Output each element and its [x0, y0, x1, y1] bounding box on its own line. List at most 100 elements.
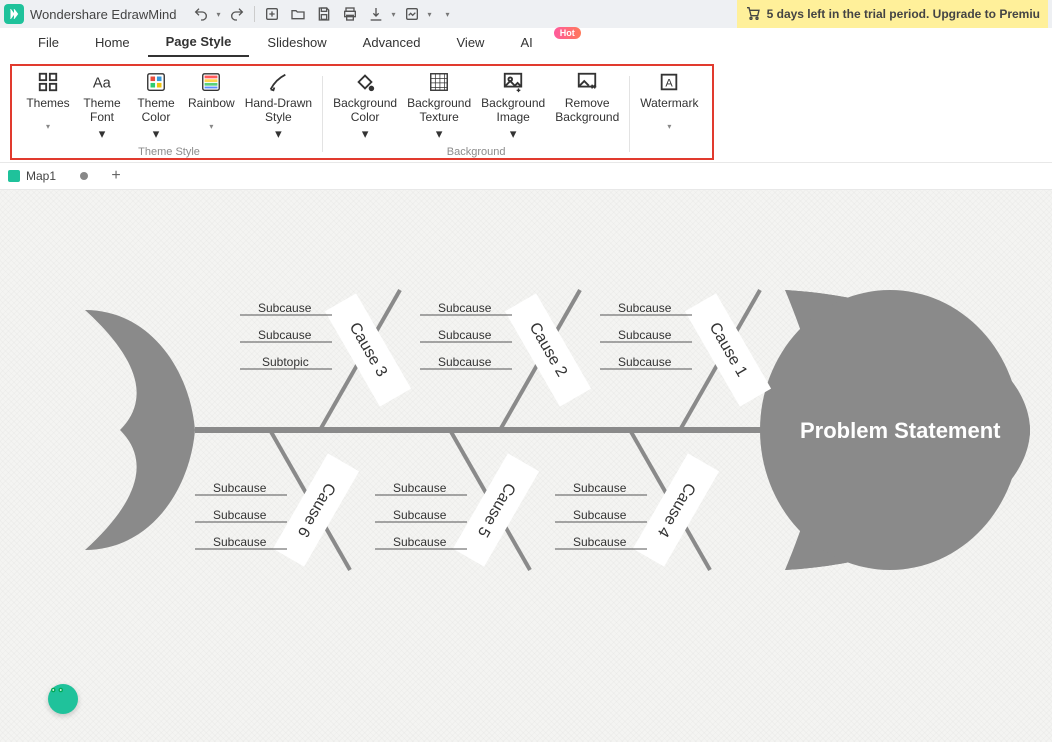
quick-access-toolbar: ▾ ▾ ▾ ▾ [192, 5, 449, 23]
remove-bg-label: Remove Background [555, 96, 619, 124]
subcause[interactable]: Subcause [573, 508, 627, 522]
menu-view[interactable]: View [439, 29, 503, 56]
title-bar: Wondershare EdrawMind ▾ ▾ ▾ ▾ 5 days lef… [0, 0, 1052, 28]
open-button[interactable] [289, 5, 307, 23]
subcause[interactable]: Subcause [438, 328, 492, 342]
doc-icon [8, 170, 20, 182]
subcause[interactable]: Subcause [393, 508, 447, 522]
bg-image-label: Background Image [481, 96, 545, 124]
undo-dropdown-caret[interactable]: ▾ [216, 10, 220, 19]
bg-image-button[interactable]: Background Image▾ [481, 70, 545, 142]
rainbow-label: Rainbow [188, 96, 235, 110]
bg-texture-label: Background Texture [407, 96, 471, 124]
options-dropdown-caret[interactable]: ▾ [427, 10, 431, 19]
trial-text: 5 days left in the trial period. Upgrade… [767, 7, 1040, 21]
ribbon-highlight-box: Themes ▾ Aa Theme Font▾ Theme Color▾ Rai… [10, 64, 714, 160]
themes-button[interactable]: Themes ▾ [26, 70, 70, 124]
theme-color-icon [145, 70, 167, 94]
document-tabs: Map1 + [0, 162, 1052, 190]
export-button[interactable] [367, 5, 385, 23]
svg-text:A: A [666, 78, 674, 90]
qat-customize-caret[interactable]: ▾ [446, 10, 450, 19]
menu-ai[interactable]: AI Hot [502, 29, 562, 56]
undo-button[interactable] [192, 5, 210, 23]
subcause[interactable]: Subcause [438, 355, 492, 369]
subcause[interactable]: Subcause [258, 328, 312, 342]
watermark-button[interactable]: A Watermark ▾ [640, 70, 698, 124]
ribbon-separator [322, 76, 323, 152]
subcause[interactable]: Subcause [393, 535, 447, 549]
bone-cause-1[interactable]: Cause 1 Subcause Subcause Subcause [600, 290, 771, 430]
remove-image-icon [576, 70, 598, 94]
bone-cause-2[interactable]: Cause 2 Subcause Subcause Subcause [420, 290, 591, 430]
subcause[interactable]: Subcause [393, 481, 447, 495]
theme-font-button[interactable]: Aa Theme Font▾ [80, 70, 124, 142]
subtopic[interactable]: Subtopic [262, 355, 309, 369]
doc-tab-map1[interactable]: Map1 [8, 169, 88, 183]
canvas[interactable]: Problem Statement Cause 3 Subcause Subca… [0, 190, 1052, 742]
export-dropdown-caret[interactable]: ▾ [391, 10, 395, 19]
redo-button[interactable] [228, 5, 246, 23]
watermark-label: Watermark [640, 96, 698, 110]
bone-cause-5[interactable]: Cause 5 Subcause Subcause Subcause [375, 430, 539, 570]
remove-bg-button[interactable]: Remove Background [555, 70, 619, 124]
image-icon [502, 70, 524, 94]
print-button[interactable] [341, 5, 359, 23]
rainbow-button[interactable]: Rainbow ▾ [188, 70, 235, 124]
trial-banner[interactable]: 5 days left in the trial period. Upgrade… [737, 0, 1048, 28]
svg-text:Aa: Aa [93, 76, 112, 92]
options-button[interactable] [403, 5, 421, 23]
ribbon-group-watermark: A Watermark ▾ [632, 70, 706, 158]
subcause[interactable]: Subcause [618, 355, 672, 369]
subcause[interactable]: Subcause [573, 535, 627, 549]
menu-bar: File Home Page Style Slideshow Advanced … [0, 28, 1052, 58]
modified-indicator [80, 172, 88, 180]
bg-color-button[interactable]: Background Color▾ [333, 70, 397, 142]
paint-bucket-icon [354, 70, 376, 94]
theme-font-label: Theme Font [83, 96, 120, 124]
cart-icon [745, 5, 761, 24]
fish-tail[interactable] [85, 310, 195, 550]
subcause[interactable]: Subcause [258, 301, 312, 315]
bone-cause-3[interactable]: Cause 3 Subcause Subcause Subtopic [240, 290, 411, 430]
font-icon: Aa [91, 70, 113, 94]
problem-statement-text[interactable]: Problem Statement [800, 418, 1001, 443]
menu-slideshow[interactable]: Slideshow [249, 29, 344, 56]
menu-page-style[interactable]: Page Style [148, 28, 250, 57]
hand-drawn-label: Hand-Drawn Style [245, 96, 312, 124]
subcause[interactable]: Subcause [618, 328, 672, 342]
menu-home[interactable]: Home [77, 29, 148, 56]
theme-color-label: Theme Color [137, 96, 174, 124]
subcause[interactable]: Subcause [618, 301, 672, 315]
ribbon-separator-2 [629, 76, 630, 152]
menu-file[interactable]: File [20, 29, 77, 56]
doc-tab-label: Map1 [26, 169, 56, 183]
ribbon-group-theme-style: Themes ▾ Aa Theme Font▾ Theme Color▾ Rai… [18, 70, 320, 158]
background-caption: Background [447, 146, 506, 158]
bg-color-label: Background Color [333, 96, 397, 124]
new-button[interactable] [263, 5, 281, 23]
subcause[interactable]: Subcause [573, 481, 627, 495]
subcause[interactable]: Subcause [213, 535, 267, 549]
bone-cause-6[interactable]: Cause 6 Subcause Subcause Subcause [195, 430, 359, 570]
save-button[interactable] [315, 5, 333, 23]
themes-icon [37, 70, 59, 94]
bone-cause-4[interactable]: Cause 4 Subcause Subcause Subcause [555, 430, 719, 570]
app-title: Wondershare EdrawMind [30, 7, 176, 22]
add-tab-button[interactable]: + [108, 168, 124, 184]
texture-icon [428, 70, 450, 94]
watermark-icon: A [658, 70, 680, 94]
assistant-bubble[interactable] [48, 684, 78, 714]
menu-advanced[interactable]: Advanced [345, 29, 439, 56]
qat-separator [254, 6, 255, 22]
ribbon: Themes ▾ Aa Theme Font▾ Theme Color▾ Rai… [0, 58, 1052, 162]
bg-texture-button[interactable]: Background Texture▾ [407, 70, 471, 142]
subcause[interactable]: Subcause [213, 481, 267, 495]
hand-drawn-button[interactable]: Hand-Drawn Style▾ [245, 70, 312, 142]
theme-color-button[interactable]: Theme Color▾ [134, 70, 178, 142]
subcause[interactable]: Subcause [213, 508, 267, 522]
app-logo [4, 4, 24, 24]
menu-ai-label: AI [520, 35, 532, 50]
fishbone-diagram[interactable]: Problem Statement Cause 3 Subcause Subca… [0, 190, 1052, 742]
subcause[interactable]: Subcause [438, 301, 492, 315]
